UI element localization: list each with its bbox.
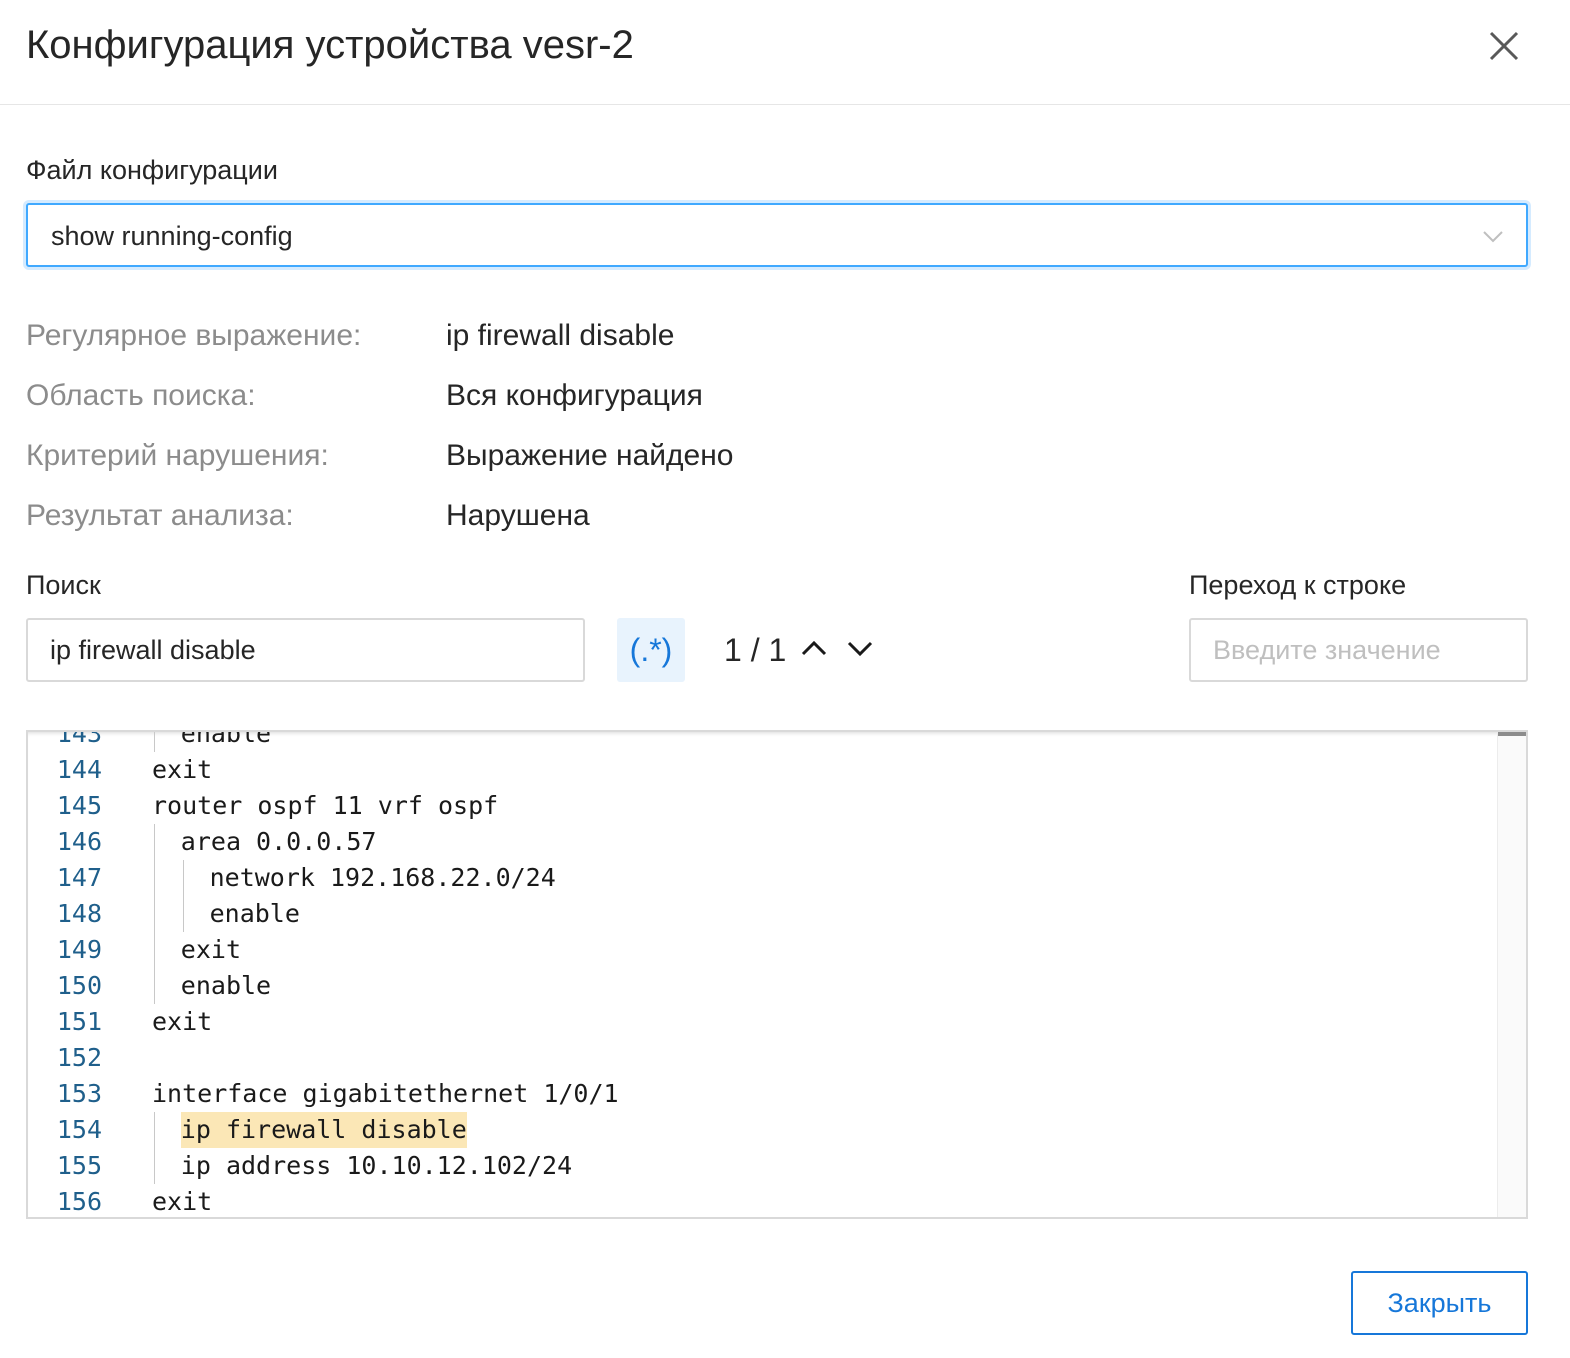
code-line: 146 area 0.0.0.57 — [28, 824, 1498, 860]
chevron-up-icon[interactable] — [798, 633, 830, 665]
code-text: enable — [180, 730, 272, 748]
indent-guide — [154, 732, 155, 752]
code-text: router ospf 11 vrf ospf — [152, 791, 499, 820]
indent-guide — [154, 896, 155, 932]
indent-guide — [154, 824, 155, 860]
code-text: exit — [152, 1007, 213, 1036]
regex-toggle-button[interactable]: (.*) — [617, 618, 685, 682]
dialog-title: Конфигурация устройства vesr-2 — [26, 23, 634, 67]
chevron-down-icon — [1482, 225, 1504, 247]
code-line: 149 exit — [28, 932, 1498, 968]
highlighted-code-text: ip firewall disable — [180, 1112, 467, 1148]
code-text: exit — [152, 755, 213, 784]
code-text: enable — [209, 899, 300, 928]
line-number: 153 — [56, 1079, 102, 1108]
code-line: 143 enable — [28, 730, 1498, 752]
indent-guide — [154, 932, 155, 968]
line-number: 152 — [56, 1043, 102, 1072]
config-file-label: Файл конфигурации — [26, 155, 278, 185]
config-dialog: Конфигурация устройства vesr-2 Файл конф… — [0, 0, 1570, 1358]
code-line: 147 network 192.168.22.0/24 — [28, 860, 1498, 896]
indent-guide — [154, 860, 155, 896]
info-value: Вся конфигурация — [446, 379, 703, 412]
code-text: exit — [180, 935, 242, 964]
indent-guide — [154, 1148, 155, 1184]
info-label: Критерий нарушения: — [26, 439, 329, 472]
line-number: 148 — [56, 899, 102, 928]
code-line: 144 exit — [28, 752, 1498, 788]
info-label: Регулярное выражение: — [26, 319, 362, 352]
indent-guide — [154, 968, 155, 1004]
search-input[interactable] — [26, 618, 585, 682]
code-text: exit — [152, 1187, 213, 1216]
goto-line-input[interactable] — [1189, 618, 1528, 682]
code-text: ip address 10.10.12.102/24 — [180, 1151, 573, 1180]
chevron-down-icon[interactable] — [844, 633, 876, 665]
code-text: network 192.168.22.0/24 — [209, 863, 556, 892]
line-number: 147 — [56, 863, 102, 892]
editor-scrollbar[interactable] — [1497, 732, 1526, 1217]
line-number: 143 — [56, 730, 102, 748]
indent-guide — [182, 896, 184, 932]
line-number: 146 — [56, 827, 102, 856]
code-line: 150 enable — [28, 968, 1498, 1004]
close-button[interactable]: Закрыть — [1351, 1271, 1528, 1335]
indent-guide — [154, 1112, 155, 1148]
code-line: 156 exit — [28, 1184, 1498, 1217]
code-line: 145 router ospf 11 vrf ospf — [28, 788, 1498, 824]
config-file-select[interactable]: show running-config — [26, 203, 1528, 267]
line-number: 144 — [56, 755, 102, 784]
line-number: 155 — [56, 1151, 102, 1180]
info-label: Результат анализа: — [26, 499, 294, 532]
line-number: 154 — [56, 1115, 102, 1144]
indent-guide — [182, 860, 184, 896]
info-value: Выражение найдено — [446, 439, 734, 472]
code-text: area 0.0.0.57 — [180, 827, 377, 856]
goto-line-label: Переход к строке — [1189, 570, 1407, 600]
line-number: 150 — [56, 971, 102, 1000]
code-line: 152 — [28, 1040, 1498, 1076]
config-code-editor[interactable]: 143 enable 144 exit 145 router ospf 11 vrf os… — [26, 730, 1528, 1219]
dialog-header: Конфигурация устройства vesr-2 — [0, 0, 1570, 105]
close-icon[interactable] — [1482, 24, 1526, 68]
info-label: Область поиска: — [26, 379, 256, 412]
line-number: 151 — [56, 1007, 102, 1036]
code-line: 151 exit — [28, 1004, 1498, 1040]
code-line: 153 interface gigabitethernet 1/0/1 — [28, 1076, 1498, 1112]
code-text: interface gigabitethernet 1/0/1 — [152, 1079, 619, 1108]
match-counter: 1 / 1 — [724, 632, 787, 668]
code-line: 148 enable — [28, 896, 1498, 932]
code-text: enable — [180, 971, 272, 1000]
info-value: ip firewall disable — [446, 319, 675, 352]
search-label: Поиск — [26, 570, 101, 600]
editor-scroll-thumb[interactable] — [1498, 732, 1526, 736]
config-file-selected-value: show running-config — [51, 221, 293, 251]
code-lines: 143 enable 144 exit 145 router ospf 11 vrf os… — [28, 730, 1498, 1217]
line-number: 156 — [56, 1187, 102, 1216]
info-value: Нарушена — [446, 499, 590, 532]
line-number: 149 — [56, 935, 102, 964]
line-number: 145 — [56, 791, 102, 820]
code-line: 154 ip firewall disable — [28, 1112, 1498, 1148]
code-line: 155 ip address 10.10.12.102/24 — [28, 1148, 1498, 1184]
